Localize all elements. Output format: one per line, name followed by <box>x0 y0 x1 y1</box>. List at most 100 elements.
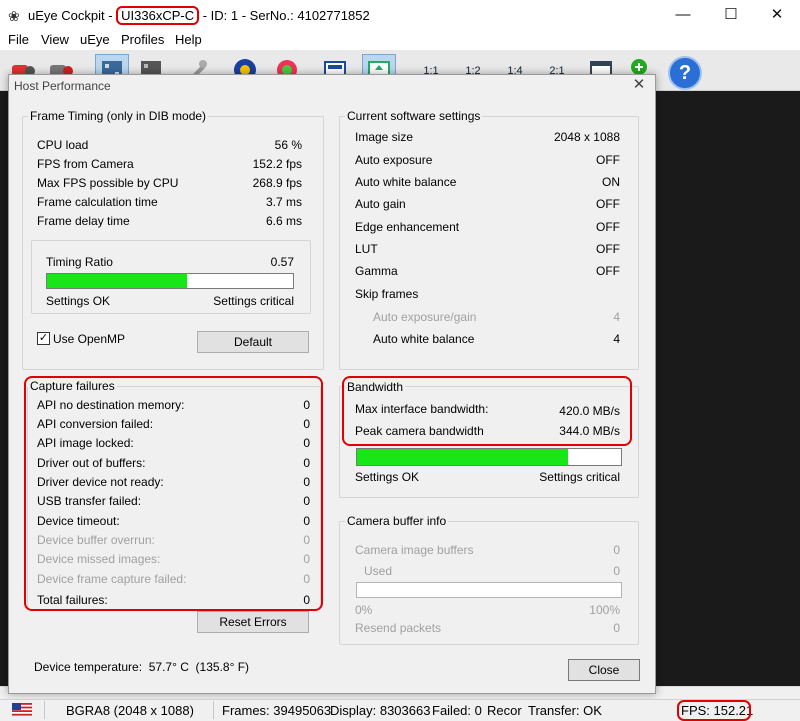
frame-calc-time-value: 3.7 ms <box>265 195 302 209</box>
used-buffers-label: Used <box>364 564 393 578</box>
menu-help[interactable]: Help <box>175 32 202 48</box>
total-failures-label: Total failures: <box>37 593 108 607</box>
peak-camera-bandwidth-value: 344.0 MB/s <box>559 424 620 438</box>
close-window-button[interactable]: ✕ <box>754 0 800 30</box>
device-frame-capture-failed-label: Device frame capture failed: <box>37 572 187 586</box>
status-frames: Frames: 39495063 <box>222 703 332 718</box>
capture-failures-title: Capture failures <box>28 379 117 393</box>
help-icon[interactable]: ? <box>668 56 702 90</box>
auto-white-balance-label: Auto white balance <box>355 175 457 189</box>
api-image-locked-label: API image locked: <box>37 436 134 450</box>
fps-camera-label: FPS from Camera <box>37 157 134 171</box>
driver-out-of-buffers-value: 0 <box>303 456 310 470</box>
maximize-button[interactable]: ☐ <box>708 0 754 30</box>
skip-auto-white-balance-label: Auto white balance <box>373 332 475 346</box>
status-failed: Failed: 0 <box>432 703 482 718</box>
auto-exposure-value: OFF <box>596 153 620 167</box>
image-size-value: 2048 x 1088 <box>553 130 620 144</box>
driver-out-of-buffers-label: Driver out of buffers: <box>37 456 146 470</box>
close-button[interactable]: Close <box>568 659 640 681</box>
device-frame-capture-failed-value: 0 <box>303 572 310 586</box>
driver-not-ready-value: 0 <box>303 475 310 489</box>
usb-transfer-failed-value: 0 <box>303 494 310 508</box>
timing-settings-ok: Settings OK <box>46 294 111 308</box>
timing-ratio-bar <box>46 273 294 289</box>
camera-model-highlight: UI336xCP-C <box>116 6 200 25</box>
api-no-dest-memory-value: 0 <box>303 398 310 412</box>
reset-errors-button[interactable]: Reset Errors <box>197 611 309 633</box>
software-settings-title: Current software settings <box>345 109 483 123</box>
camera-image-buffers-label: Camera image buffers <box>355 543 474 557</box>
max-interface-bandwidth-value: 420.0 MB/s <box>559 404 620 418</box>
api-image-locked-value: 0 <box>303 436 310 450</box>
skip-auto-white-balance-value: 4 <box>613 332 620 346</box>
default-button[interactable]: Default <box>197 331 309 353</box>
max-interface-bandwidth-label: Max interface bandwidth: <box>355 402 489 416</box>
status-separator <box>44 701 45 719</box>
menu-view[interactable]: View <box>41 32 69 48</box>
resend-packets-value: 0 <box>613 621 620 635</box>
auto-gain-value: OFF <box>596 197 620 211</box>
bandwidth-title: Bandwidth <box>345 380 406 394</box>
bandwidth-fill <box>357 449 569 465</box>
buffer-pct-min: 0% <box>355 603 373 617</box>
gamma-value: OFF <box>596 264 620 278</box>
status-display: Display: 8303663 <box>330 703 431 718</box>
edge-enhancement-value: OFF <box>596 220 620 234</box>
cpu-load-value: 56 % <box>274 138 302 152</box>
device-buffer-overrun-value: 0 <box>303 533 310 547</box>
auto-white-balance-value: ON <box>602 175 620 189</box>
lut-label: LUT <box>355 242 378 256</box>
status-recor: Recor <box>487 703 522 718</box>
device-missed-images-label: Device missed images: <box>37 552 161 566</box>
minimize-button[interactable]: — <box>660 0 706 30</box>
menu-file[interactable]: File <box>8 32 29 48</box>
menu-bar <box>0 30 800 50</box>
fps-camera-value: 152.2 fps <box>252 157 302 171</box>
skip-frames-label: Skip frames <box>355 287 419 301</box>
usb-transfer-failed-label: USB transfer failed: <box>37 494 142 508</box>
status-separator <box>213 701 214 719</box>
total-failures-value: 0 <box>303 593 310 607</box>
window-title: uEye Cockpit - UI336xCP-C - ID: 1 - SerN… <box>28 6 370 25</box>
status-format: BGRA8 (2048 x 1088) <box>66 703 194 718</box>
lut-value: OFF <box>596 242 620 256</box>
timing-settings-critical: Settings critical <box>213 294 294 308</box>
menu-ueye[interactable]: uEye <box>80 32 110 48</box>
auto-gain-label: Auto gain <box>355 197 406 211</box>
edge-enhancement-label: Edge enhancement <box>355 220 460 234</box>
us-flag-icon <box>12 703 32 716</box>
device-timeout-value: 0 <box>303 514 310 528</box>
max-fps-label: Max FPS possible by CPU <box>37 176 179 190</box>
frame-calc-time-label: Frame calculation time <box>37 195 158 209</box>
buffer-pct-max: 100% <box>589 603 620 617</box>
frame-delay-time-label: Frame delay time <box>37 214 130 228</box>
camera-image-buffers-value: 0 <box>613 543 620 557</box>
fps-highlight <box>677 700 751 721</box>
use-openmp-label: Use OpenMP <box>53 332 126 346</box>
dialog-close-icon[interactable]: ✕ <box>630 76 648 94</box>
image-size-label: Image size <box>355 130 414 144</box>
camera-buffer-title: Camera buffer info <box>345 514 449 528</box>
api-no-dest-memory-label: API no destination memory: <box>37 398 185 412</box>
frame-delay-time-value: 6.6 ms <box>265 214 302 228</box>
max-fps-value: 268.9 fps <box>252 176 302 190</box>
gamma-label: Gamma <box>355 264 398 278</box>
menu-profiles[interactable]: Profiles <box>121 32 164 48</box>
cpu-load-label: CPU load <box>37 138 89 152</box>
use-openmp-checkbox[interactable]: ✓ <box>37 332 50 345</box>
auto-exposure-label: Auto exposure <box>355 153 433 167</box>
device-missed-images-value: 0 <box>303 552 310 566</box>
app-icon: ❀ <box>8 8 20 24</box>
skip-auto-exposure-gain-value: 4 <box>613 310 620 324</box>
resend-packets-label: Resend packets <box>355 621 442 635</box>
bandwidth-settings-ok: Settings OK <box>355 470 420 484</box>
device-temperature: Device temperature: 57.7° C (135.8° F) <box>34 660 250 674</box>
bandwidth-settings-critical: Settings critical <box>539 470 620 484</box>
api-conversion-failed-label: API conversion failed: <box>37 417 154 431</box>
bandwidth-bar <box>356 448 622 466</box>
device-buffer-overrun-label: Device buffer overrun: <box>37 533 155 547</box>
used-buffers-value: 0 <box>613 564 620 578</box>
status-transfer: Transfer: OK <box>528 703 602 718</box>
peak-camera-bandwidth-label: Peak camera bandwidth <box>355 424 484 438</box>
